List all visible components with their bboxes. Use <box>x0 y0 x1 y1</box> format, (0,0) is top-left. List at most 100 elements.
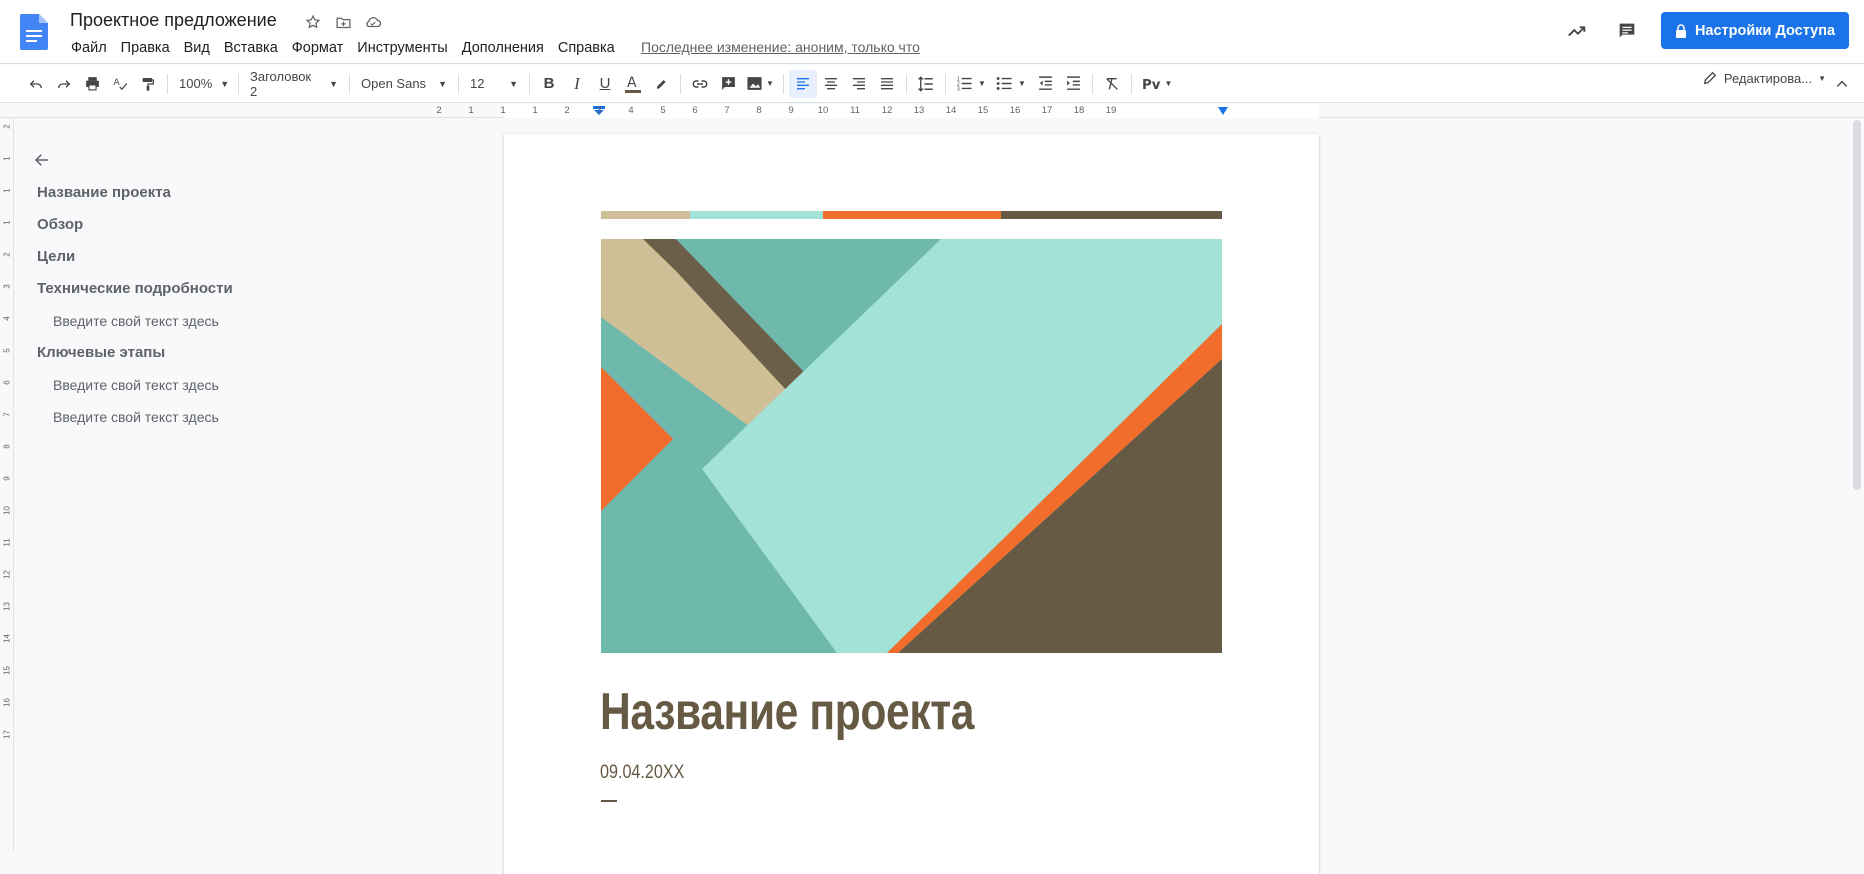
ruler-number: 10 <box>817 105 829 116</box>
bold-icon[interactable]: B <box>535 70 563 98</box>
toolbar-divider <box>458 73 459 94</box>
increase-indent-icon[interactable] <box>1059 70 1087 98</box>
outline-subitem[interactable]: Введите свой текст здесь <box>53 377 219 393</box>
document-heading[interactable]: Название проекта <box>600 682 974 742</box>
toolbar: A 100% ▼ Заголовок 2 ▼ Open Sans ▼ 12 ▼ B I … <box>0 65 1864 103</box>
bulleted-list-icon[interactable]: ▼ <box>991 70 1031 98</box>
vertical-ruler-number: 17 <box>2 730 12 739</box>
vertical-ruler-number: 9 <box>2 476 12 481</box>
numbered-list-icon[interactable]: 1 2 3 ▼ <box>951 70 991 98</box>
line-spacing-icon[interactable] <box>912 70 940 98</box>
star-icon[interactable] <box>303 12 323 32</box>
menu-insert[interactable]: Вставка <box>217 38 285 58</box>
last-edit-link[interactable]: Последнее изменение: аноним, только что <box>641 39 920 55</box>
italic-icon[interactable]: I <box>563 70 591 98</box>
hero-image[interactable] <box>601 239 1222 653</box>
menu-file[interactable]: Файл <box>64 38 114 58</box>
vertical-ruler-number: 7 <box>2 412 12 417</box>
chevron-down-icon: ▼ <box>220 78 230 89</box>
input-tools-icon[interactable]: Pv ▼ <box>1137 70 1177 98</box>
outline-item-overview[interactable]: Обзор <box>37 216 83 233</box>
align-justify-icon[interactable] <box>873 70 901 98</box>
menu-format[interactable]: Формат <box>285 38 351 58</box>
insert-image-icon[interactable]: ▼ <box>742 70 778 98</box>
ruler-number: 1 <box>500 105 506 116</box>
menu-addons[interactable]: Дополнения <box>455 38 551 58</box>
move-folder-icon[interactable] <box>333 12 353 32</box>
align-center-icon[interactable] <box>817 70 845 98</box>
font-select[interactable]: Open Sans ▼ <box>355 70 453 98</box>
comment-icon[interactable] <box>1609 13 1645 49</box>
vertical-ruler-number: 10 <box>2 506 12 515</box>
paragraph-style-select[interactable]: Заголовок 2 ▼ <box>244 69 344 99</box>
clear-formatting-icon[interactable] <box>1098 70 1126 98</box>
back-arrow-icon[interactable] <box>30 148 54 172</box>
svg-text:A: A <box>627 75 637 91</box>
outline-item-technical-details[interactable]: Технические подробности <box>37 280 233 297</box>
menu-tools[interactable]: Инструменты <box>350 38 454 58</box>
chevron-down-icon: ▼ <box>1818 73 1826 83</box>
add-comment-icon[interactable] <box>714 70 742 98</box>
share-button[interactable]: Настройки Доступа <box>1661 12 1849 49</box>
stripe-segment <box>601 211 690 219</box>
outline-subitem[interactable]: Введите свой текст здесь <box>53 409 219 425</box>
stripe-segment <box>1001 211 1222 219</box>
redo-icon[interactable] <box>50 70 78 98</box>
outline-item-goals[interactable]: Цели <box>37 248 75 265</box>
vertical-ruler-number: 1 <box>2 156 12 161</box>
ruler-number: 6 <box>692 105 698 116</box>
document-page[interactable]: Название проекта 09.04.20XX <box>504 134 1319 874</box>
ruler-number: 18 <box>1073 105 1085 116</box>
menu-bar: Файл Правка Вид Вставка Формат Инструмен… <box>64 38 622 58</box>
text-color-icon[interactable]: A <box>619 70 647 98</box>
vertical-ruler-number: 12 <box>2 570 12 579</box>
vertical-ruler-number: 14 <box>2 634 12 643</box>
editing-mode-select[interactable]: Редактирова... ▼ <box>1702 70 1826 86</box>
toolbar-divider <box>783 73 784 94</box>
docs-logo-icon[interactable] <box>20 14 48 50</box>
font-size-value: 12 <box>470 76 485 91</box>
horizontal-ruler[interactable]: 2 1 1 1 2 3 4 5 6 7 8 9 10 11 12 13 14 15 16 17 18 19 <box>0 104 1864 118</box>
document-date[interactable]: 09.04.20XX <box>600 762 684 784</box>
right-indent-marker-icon[interactable] <box>1217 107 1229 116</box>
ruler-number: 15 <box>977 105 989 116</box>
decrease-indent-icon[interactable] <box>1031 70 1059 98</box>
paint-format-icon[interactable] <box>134 70 162 98</box>
toolbar-divider <box>680 73 681 94</box>
link-icon[interactable] <box>686 70 714 98</box>
highlight-color-icon[interactable] <box>647 70 675 98</box>
svg-text:3: 3 <box>957 87 960 92</box>
spellcheck-icon[interactable]: A <box>106 70 134 98</box>
align-right-icon[interactable] <box>845 70 873 98</box>
vertical-ruler-number: 8 <box>2 444 12 449</box>
menu-view[interactable]: Вид <box>177 38 217 58</box>
menu-edit[interactable]: Правка <box>114 38 177 58</box>
vertical-ruler-number: 2 <box>2 252 12 257</box>
ruler-number: 4 <box>628 105 634 116</box>
zoom-select[interactable]: 100% ▼ <box>173 70 233 98</box>
toolbar-divider <box>167 73 168 94</box>
collapse-menus-icon[interactable] <box>1828 70 1856 98</box>
scrollbar[interactable] <box>1853 120 1861 490</box>
document-title[interactable]: Проектное предложение <box>70 10 277 31</box>
outline-item-milestones[interactable]: Ключевые этапы <box>37 344 165 361</box>
menu-help[interactable]: Справка <box>551 38 622 58</box>
chevron-down-icon: ▼ <box>329 78 338 89</box>
stripe-segment <box>690 211 823 219</box>
align-left-icon[interactable] <box>789 69 817 98</box>
cloud-status-icon[interactable] <box>363 12 383 32</box>
ruler-number: 16 <box>1009 105 1021 116</box>
undo-icon[interactable] <box>22 70 50 98</box>
underline-icon[interactable]: U <box>591 70 619 98</box>
ruler-number: 9 <box>788 105 794 116</box>
activity-trend-icon[interactable] <box>1559 13 1595 49</box>
vertical-ruler[interactable]: 2 1 1 1 2 3 4 5 6 7 8 9 10 11 12 13 14 15 16 17 <box>0 118 14 851</box>
outline-item-project-name[interactable]: Название проекта <box>37 184 171 201</box>
vertical-ruler-number: 5 <box>2 348 12 353</box>
toolbar-divider <box>1092 73 1093 94</box>
font-size-select[interactable]: 12 ▼ <box>464 70 524 98</box>
outline-subitem[interactable]: Введите свой текст здесь <box>53 313 219 329</box>
print-icon[interactable] <box>78 70 106 98</box>
ruler-number: 14 <box>945 105 957 116</box>
vertical-ruler-number: 15 <box>2 666 12 675</box>
